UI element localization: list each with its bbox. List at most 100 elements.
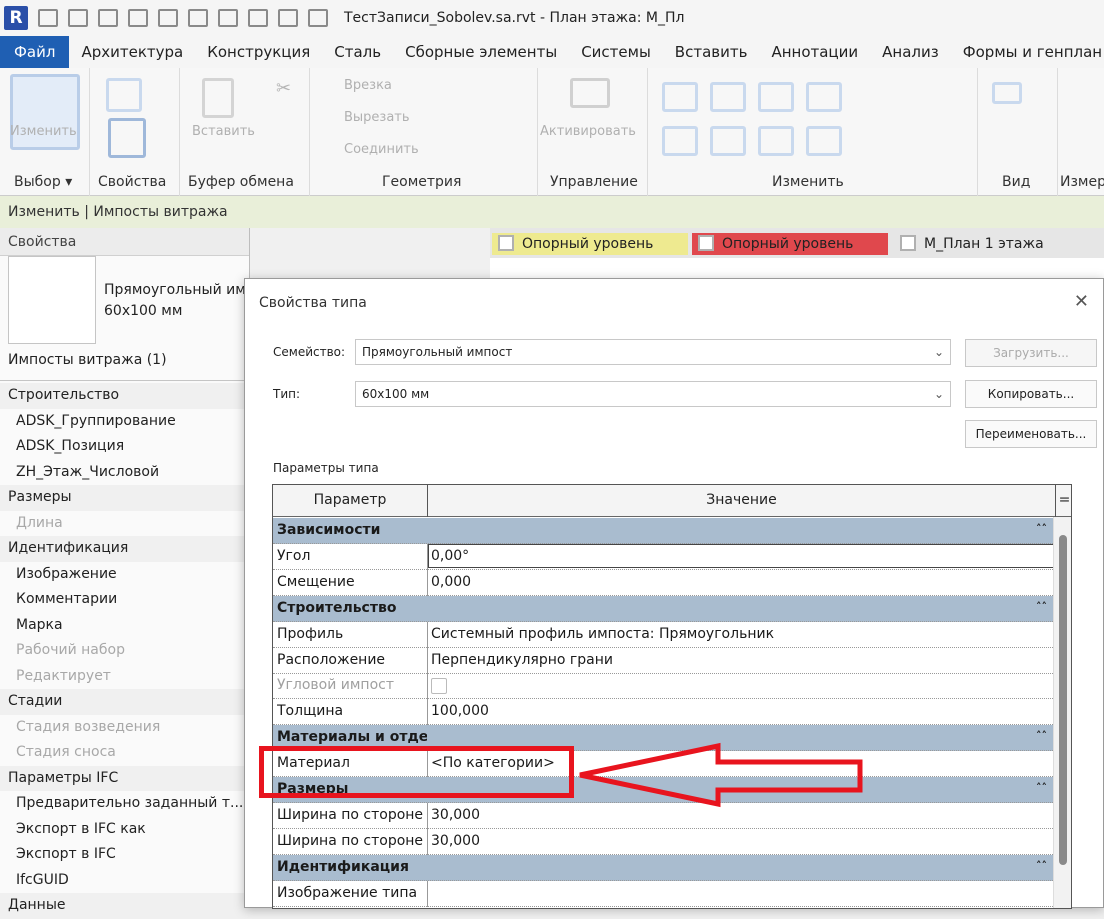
trim-extend-icon[interactable] <box>806 126 842 156</box>
tab-7[interactable]: Аннотации <box>759 36 870 68</box>
text-icon[interactable] <box>248 9 268 27</box>
tab-1[interactable]: Архитектура <box>69 36 195 68</box>
open-icon[interactable] <box>38 9 58 27</box>
save-icon[interactable] <box>68 9 88 27</box>
activate-icon[interactable] <box>570 78 610 108</box>
tab-3[interactable]: Сталь <box>322 36 393 68</box>
collapse-icon[interactable]: ˄˄ <box>1036 855 1047 877</box>
property-group[interactable]: Строительство <box>0 383 250 409</box>
grid-section[interactable]: Строительство ˄˄ <box>273 595 1055 622</box>
family-select[interactable]: Прямоугольный импост ⌄ <box>355 339 951 365</box>
move-icon[interactable] <box>662 126 698 156</box>
param-value[interactable]: Системный профиль импоста: Прямоугольник <box>431 622 774 647</box>
home-icon[interactable] <box>278 9 298 27</box>
grid-row[interactable]: Профиль Системный профиль импоста: Прямоу… <box>273 621 1055 648</box>
param-value[interactable]: 0,000 <box>431 570 471 595</box>
col-formula-header[interactable]: = <box>1056 485 1071 517</box>
collapse-icon[interactable]: ˄˄ <box>1036 725 1047 747</box>
param-value[interactable]: 0,00° <box>428 543 1054 568</box>
property-row[interactable]: IfcGUID <box>0 868 250 894</box>
property-row[interactable]: ADSK_Группирование <box>0 409 250 435</box>
panel-title-select[interactable]: Выбор ▾ <box>14 174 72 190</box>
scroll-thumb[interactable] <box>1059 535 1067 865</box>
corner-mullion-checkbox[interactable] <box>431 678 447 695</box>
mirror-icon[interactable] <box>758 82 794 112</box>
param-value[interactable]: 100,000 <box>431 699 489 724</box>
tab-6[interactable]: Вставить <box>663 36 760 68</box>
collapse-icon[interactable]: ˄˄ <box>1036 596 1047 618</box>
undo-icon[interactable] <box>128 9 148 27</box>
view-tab-3[interactable]: М_План 1 этажа <box>894 233 1074 255</box>
property-row[interactable]: Комментарии <box>0 587 250 613</box>
close-icon[interactable]: ✕ <box>1074 291 1089 312</box>
property-row[interactable]: Экспорт в IFC как <box>0 817 250 843</box>
view-tab-1[interactable]: Опорный уровень <box>492 233 688 255</box>
rename-button[interactable]: Переименовать... <box>965 420 1097 448</box>
param-value[interactable]: 30,000 <box>431 803 480 828</box>
grid-row[interactable]: Изображение типа <box>273 880 1055 907</box>
instance-filter[interactable]: Импосты витража (1) <box>8 352 167 368</box>
param-value[interactable]: Перпендикулярно грани <box>431 648 613 673</box>
hide-icon[interactable] <box>992 82 1022 104</box>
redo-icon[interactable] <box>158 9 178 27</box>
grid-row[interactable]: Угловой импост <box>273 673 1055 700</box>
highlight-arrow-icon <box>579 742 863 808</box>
tab-0[interactable]: Файл <box>0 36 70 68</box>
property-row[interactable]: Рабочий набор <box>0 638 250 664</box>
copy-button[interactable]: Копировать... <box>965 380 1097 408</box>
view-tab-2[interactable]: Опорный уровень <box>692 233 888 255</box>
copy-icon[interactable] <box>710 126 746 156</box>
paste-icon[interactable] <box>202 78 234 118</box>
rotate-icon[interactable] <box>758 126 794 156</box>
panel-title-view: Вид <box>1002 174 1031 190</box>
property-group[interactable]: Стадии <box>0 689 250 715</box>
property-row[interactable]: Предварительно заданный т... <box>0 791 250 817</box>
grid-row[interactable]: Расположение Перпендикулярно грани <box>273 647 1055 674</box>
property-group[interactable]: Параметры IFC <box>0 765 250 791</box>
tab-2[interactable]: Конструкция <box>195 36 322 68</box>
grid-section[interactable]: Зависимости ˄˄ <box>273 518 1055 544</box>
property-row[interactable]: Длина <box>0 511 250 537</box>
measure-icon[interactable] <box>218 9 238 27</box>
align-icon[interactable] <box>662 82 698 112</box>
grid-scrollbar[interactable] <box>1053 517 1071 908</box>
grid-row[interactable]: Смещение 0,000 <box>273 569 1055 596</box>
type-properties-icon[interactable] <box>106 78 142 112</box>
offset-icon[interactable] <box>710 82 746 112</box>
property-row[interactable]: ZH_Этаж_Числовой <box>0 460 250 486</box>
col-param-header[interactable]: Параметр <box>273 485 428 517</box>
print-icon[interactable] <box>188 9 208 27</box>
col-value-header[interactable]: Значение <box>428 485 1056 517</box>
property-row[interactable]: Изображение <box>0 562 250 588</box>
cut-icon[interactable]: ✂ <box>276 78 291 99</box>
tab-9[interactable]: Формы и генплан <box>951 36 1104 68</box>
tab-8[interactable]: Анализ <box>870 36 951 68</box>
sync-icon[interactable] <box>98 9 118 27</box>
windows-icon[interactable] <box>308 9 328 27</box>
tab-5[interactable]: Системы <box>569 36 663 68</box>
mirror-draw-icon[interactable] <box>806 82 842 112</box>
collapse-icon[interactable]: ˄˄ <box>1036 777 1047 799</box>
property-row[interactable]: Стадия возведения <box>0 715 250 741</box>
grid-row[interactable]: Угол 0,00° <box>273 543 1055 570</box>
properties-icon[interactable] <box>108 118 146 158</box>
param-value[interactable]: 30,000 <box>431 829 480 854</box>
grid-row[interactable]: Толщина 100,000 <box>273 699 1055 726</box>
load-button[interactable]: Загрузить... <box>965 339 1097 367</box>
grid-row[interactable]: Ширина по стороне 1 30,000 <box>273 828 1055 855</box>
property-row[interactable]: ADSK_Позиция <box>0 434 250 460</box>
type-selector[interactable]: Прямоугольный им 60x100 мм <box>104 280 246 322</box>
grid-section[interactable]: Идентификация ˄˄ <box>273 854 1055 881</box>
property-group[interactable]: Данные <box>0 893 250 919</box>
property-row[interactable]: Редактирует <box>0 664 250 690</box>
tab-4[interactable]: Сборные элементы <box>393 36 569 68</box>
property-row[interactable]: Стадия сноса <box>0 740 250 766</box>
properties-panel-ribbon: Свойства <box>90 68 180 196</box>
revit-logo-icon[interactable]: R <box>4 6 28 30</box>
property-row[interactable]: Экспорт в IFC <box>0 842 250 868</box>
type-select[interactable]: 60x100 мм ⌄ <box>355 381 951 407</box>
property-row[interactable]: Марка <box>0 613 250 639</box>
property-group[interactable]: Идентификация <box>0 536 250 562</box>
property-group[interactable]: Размеры <box>0 485 250 511</box>
collapse-icon[interactable]: ˄˄ <box>1036 518 1047 540</box>
